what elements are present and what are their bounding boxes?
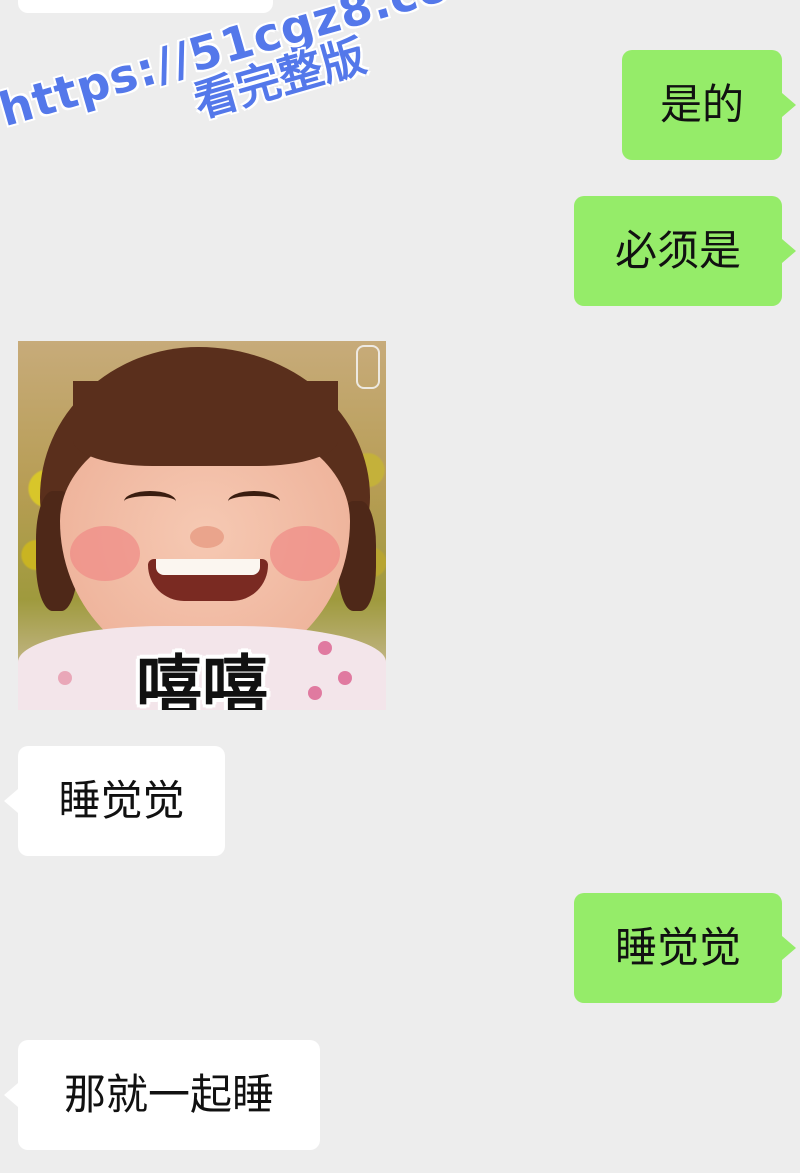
message-bubble-received[interactable]: 那就一起睡 <box>4 1040 320 1150</box>
sticker-eye-left <box>124 491 176 512</box>
bubble-tail <box>782 936 796 960</box>
sticker-cheek-right <box>270 526 340 581</box>
bubble-tail <box>4 1083 18 1107</box>
sticker-mouth <box>148 559 268 601</box>
previous-message-bubble <box>18 0 273 13</box>
bubble-tail <box>782 239 796 263</box>
sticker-bangs <box>73 381 338 466</box>
message-text: 必须是 <box>614 226 741 275</box>
sticker-logo-icon <box>356 345 380 389</box>
message-bubble-received[interactable]: 睡觉觉 <box>4 746 225 856</box>
message-text: 睡觉觉 <box>614 923 741 972</box>
message-bubble-sent[interactable]: 必须是 <box>574 196 796 306</box>
sticker-teeth <box>156 559 260 575</box>
watermark-cta: 看完整版 <box>188 30 372 129</box>
message-bubble-sent[interactable]: 是的 <box>622 50 796 160</box>
message-text: 是的 <box>659 80 744 129</box>
sticker-image[interactable]: 嘻嘻 <box>18 341 386 710</box>
watermark: https://51cgz8.com 看完整版 <box>0 0 514 179</box>
sticker-cheek-left <box>70 526 140 581</box>
sticker-nose <box>190 526 224 548</box>
bubble-tail <box>4 789 18 813</box>
watermark-url: https://51cgz8.com <box>0 0 503 138</box>
message-text: 那就一起睡 <box>63 1070 274 1119</box>
sticker-caption: 嘻嘻 <box>136 648 268 710</box>
message-text: 睡觉觉 <box>58 776 185 825</box>
message-bubble-sent[interactable]: 睡觉觉 <box>574 893 796 1003</box>
bubble-tail <box>782 93 796 117</box>
sticker-eye-right <box>228 491 280 512</box>
